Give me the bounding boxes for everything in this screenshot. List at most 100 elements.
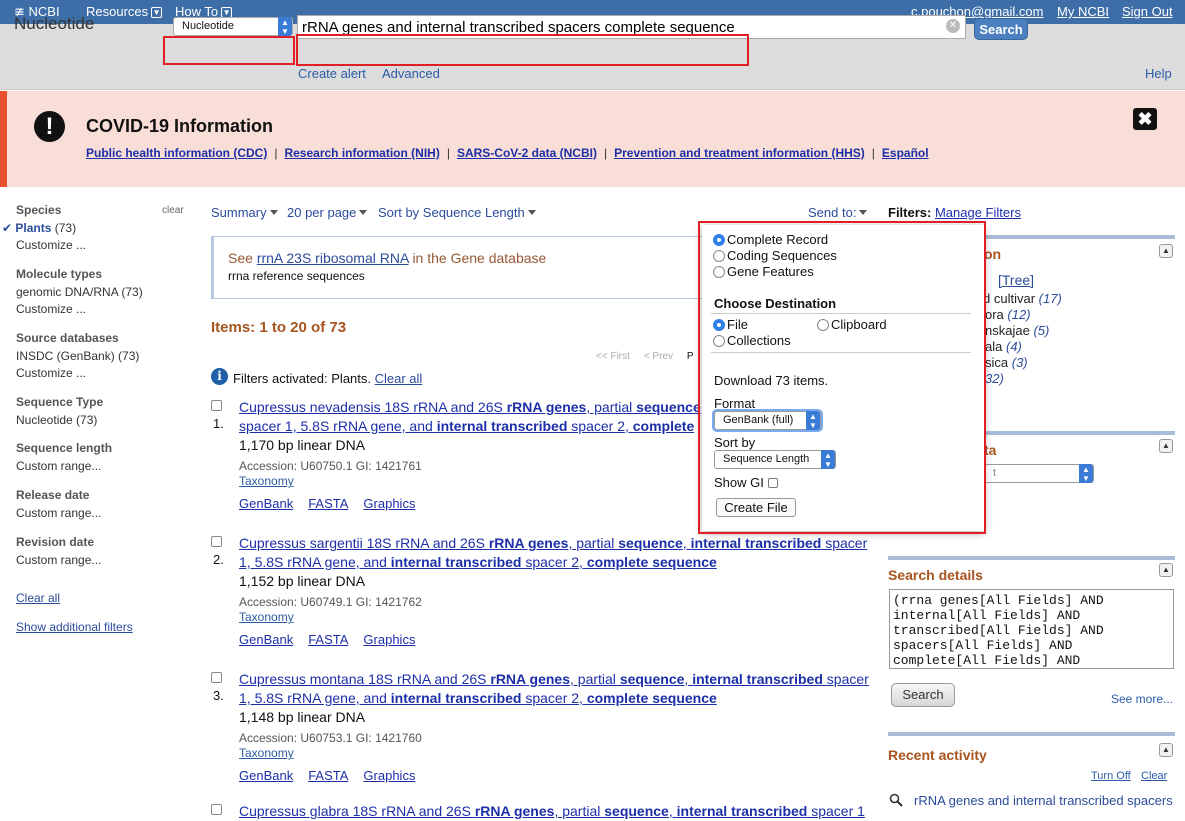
filter-source-item[interactable]: INSDC (GenBank) (73) xyxy=(16,349,139,363)
resources-menu[interactable]: Resources ▼ xyxy=(86,4,163,19)
search-button[interactable]: Search xyxy=(974,18,1028,40)
covid-link-ncbi[interactable]: SARS-CoV-2 data (NCBI) xyxy=(457,146,597,160)
result-number: 3. xyxy=(213,688,224,703)
filter-plants-selected[interactable]: ✔ Plants (73) xyxy=(2,221,76,235)
manage-filters-link[interactable]: Manage Filters xyxy=(935,205,1021,220)
recent-query-link[interactable]: rRNA genes and internal transcribed spac… xyxy=(914,793,1173,808)
destination-clipboard[interactable]: Clipboard xyxy=(817,317,887,332)
result-title-line2[interactable]: 1, 5.8S rRNA gene, and internal transcri… xyxy=(239,553,879,572)
destination-collections[interactable]: Collections xyxy=(713,333,791,348)
result-checkbox[interactable] xyxy=(211,672,222,683)
result-link-graphics[interactable]: Graphics xyxy=(363,496,415,511)
filter-revision-heading: Revision date xyxy=(16,535,95,549)
format-select[interactable]: GenBank (full) ▲ ▼ xyxy=(714,411,821,430)
pager: << First < Prev P xyxy=(596,351,694,362)
sidebar-divider xyxy=(888,732,1175,736)
pager-first[interactable]: << First xyxy=(596,351,630,362)
filter-seqtype-item[interactable]: Nucleotide (73) xyxy=(16,413,97,427)
clear-species-link[interactable]: clear xyxy=(162,205,184,216)
filter-seqlen-item[interactable]: Custom range... xyxy=(16,459,101,473)
see-more-link[interactable]: See more... xyxy=(1111,692,1173,706)
clear-all-link[interactable]: Clear all xyxy=(375,371,423,386)
caret-down-icon xyxy=(859,210,868,215)
recent-activity-heading: Recent activity xyxy=(888,747,987,763)
turn-off-link[interactable]: Turn Off xyxy=(1091,770,1131,782)
collapse-icon[interactable]: ▲ xyxy=(1159,439,1173,453)
result-link-graphics[interactable]: Graphics xyxy=(363,632,415,647)
result-checkbox[interactable] xyxy=(211,400,222,411)
pager-prev[interactable]: < Prev xyxy=(644,351,673,362)
result-link-graphics[interactable]: Graphics xyxy=(363,768,415,783)
result-title-line2[interactable]: 1, 5.8S rRNA gene, and internal transcri… xyxy=(239,689,879,708)
collapse-icon[interactable]: ▲ xyxy=(1159,563,1173,577)
show-additional-filters-link[interactable]: Show additional filters xyxy=(16,620,133,634)
result-accession: Accession: U60750.1 GI: 1421761 xyxy=(239,459,422,473)
create-alert-link[interactable]: Create alert xyxy=(298,66,366,81)
result-checkbox[interactable] xyxy=(211,804,222,815)
taxon-item[interactable]: nskajae (5) xyxy=(985,323,1049,338)
taxon-item[interactable]: ala (4) xyxy=(985,339,1022,354)
clear-search-icon[interactable]: ✕ xyxy=(946,19,960,33)
advanced-search-link[interactable]: Advanced xyxy=(382,66,440,81)
format-option-complete-record[interactable]: Complete Record xyxy=(713,232,828,247)
covid-link-cdc[interactable]: Public health information (CDC) xyxy=(86,146,267,160)
result-checkbox[interactable] xyxy=(211,536,222,547)
sign-out-link[interactable]: Sign Out xyxy=(1122,4,1173,19)
molecule-customize-link[interactable]: Customize ... xyxy=(16,302,86,316)
result-link-genbank[interactable]: GenBank xyxy=(239,632,293,647)
filter-revision-item[interactable]: Custom range... xyxy=(16,553,101,567)
checkbox-icon xyxy=(767,478,778,488)
collapse-icon[interactable]: ▲ xyxy=(1159,743,1173,757)
format-option-coding-sequences[interactable]: Coding Sequences xyxy=(713,248,837,263)
result-title-line1[interactable]: Cupressus glabra 18S rRNA and 26S rRNA g… xyxy=(239,802,879,821)
show-gi-checkbox[interactable]: Show GI xyxy=(714,475,778,490)
source-customize-link[interactable]: Customize ... xyxy=(16,366,86,380)
sort-dropdown[interactable]: Sort by Sequence Length xyxy=(378,205,536,220)
covid-links: Public health information (CDC) | Research… xyxy=(86,146,929,160)
close-banner-icon[interactable]: ✖ xyxy=(1133,108,1157,130)
result-description: 1,148 bp linear DNA xyxy=(239,709,366,725)
search-details-textarea[interactable]: (rrna genes[All Fields] AND internal[All… xyxy=(889,589,1174,669)
result-link-fasta[interactable]: FASTA xyxy=(308,496,348,511)
send-to-dropdown[interactable]: Send to: xyxy=(808,205,868,220)
result-title-line1[interactable]: Cupressus montana 18S rRNA and 26S rRNA … xyxy=(239,670,879,689)
collapse-icon[interactable]: ▲ xyxy=(1159,244,1173,258)
taxon-item[interactable]: d cultivar (17) xyxy=(983,291,1062,306)
per-page-dropdown[interactable]: 20 per page xyxy=(287,205,368,220)
my-ncbi-link[interactable]: My NCBI xyxy=(1057,4,1109,19)
tree-link[interactable]: [Tree] xyxy=(998,272,1034,288)
taxon-item[interactable]: ora (12) xyxy=(985,307,1031,322)
result-taxonomy-link[interactable]: Taxonomy xyxy=(239,746,294,760)
result-taxonomy-link[interactable]: Taxonomy xyxy=(239,474,294,488)
help-link[interactable]: Help xyxy=(1145,66,1172,81)
clear-recent-link[interactable]: Clear xyxy=(1141,770,1167,782)
covid-title: COVID-19 Information xyxy=(86,116,274,136)
result-link-genbank[interactable]: GenBank xyxy=(239,768,293,783)
taxon-item[interactable]: sica (3) xyxy=(985,355,1028,370)
gene-reference-text[interactable]: rrna reference sequences xyxy=(228,269,365,283)
result-taxonomy-link[interactable]: Taxonomy xyxy=(239,610,294,624)
create-file-button[interactable]: Create File xyxy=(716,498,796,517)
filter-molecule-item[interactable]: genomic DNA/RNA (73) xyxy=(16,285,143,299)
result-link-fasta[interactable]: FASTA xyxy=(308,632,348,647)
covid-link-hhs[interactable]: Prevention and treatment information (HH… xyxy=(614,146,865,160)
filter-release-heading: Release date xyxy=(16,488,90,502)
covid-link-espanol[interactable]: Español xyxy=(882,146,929,160)
summary-dropdown[interactable]: Summary xyxy=(211,205,278,220)
covid-link-nih[interactable]: Research information (NIH) xyxy=(284,146,439,160)
result-link-genbank[interactable]: GenBank xyxy=(239,496,293,511)
gene-database-text: See rrnA 23S ribosomal RNA in the Gene d… xyxy=(228,250,547,266)
sortby-select[interactable]: Sequence Length ▲ ▼ xyxy=(714,450,836,469)
result-title-line1[interactable]: Cupressus sargentii 18S rRNA and 26S rRN… xyxy=(239,534,879,553)
gene-link[interactable]: rrnA 23S ribosomal RNA xyxy=(257,250,409,266)
taxon-item[interactable]: 32) xyxy=(985,371,1004,386)
filter-release-item[interactable]: Custom range... xyxy=(16,506,101,520)
species-customize-link[interactable]: Customize ... xyxy=(16,238,86,252)
database-select[interactable]: Nucleotide ▲ ▼ xyxy=(173,17,293,36)
search-details-button[interactable]: Search xyxy=(891,683,955,707)
clear-all-filters-link[interactable]: Clear all xyxy=(16,591,60,605)
format-option-gene-features[interactable]: Gene Features xyxy=(713,264,814,279)
destination-file[interactable]: File xyxy=(713,317,748,332)
result-link-fasta[interactable]: FASTA xyxy=(308,768,348,783)
filters-label: Filters: Manage Filters xyxy=(888,205,1021,220)
